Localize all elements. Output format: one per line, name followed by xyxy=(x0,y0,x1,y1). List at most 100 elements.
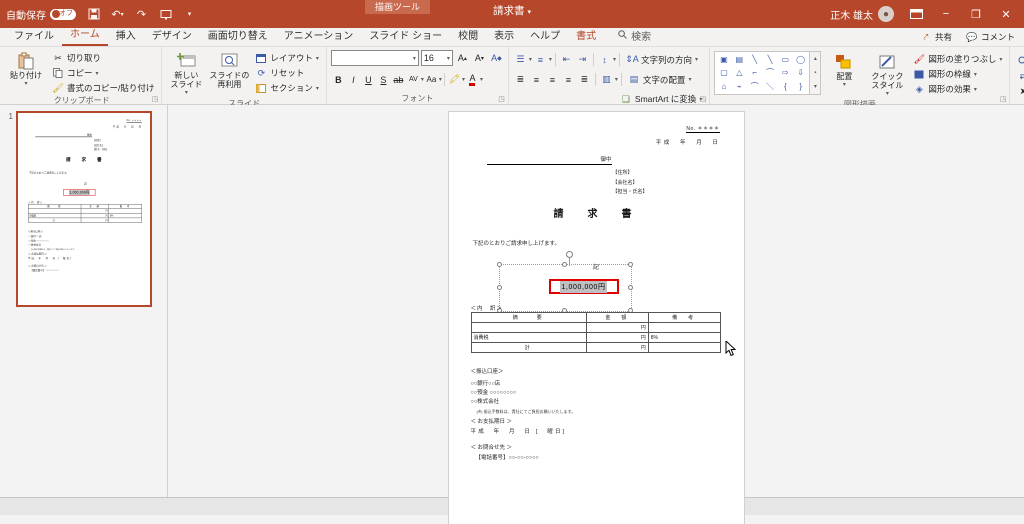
paste-button[interactable]: 貼り付け ▾ xyxy=(6,50,46,89)
strikethrough-button[interactable]: ab xyxy=(391,72,406,87)
reset-button[interactable]: ⟳ リセット xyxy=(252,66,322,80)
character-spacing-button[interactable]: AV xyxy=(406,72,421,87)
align-right-button[interactable]: ≡ xyxy=(545,72,560,87)
paragraph-dialog-launcher[interactable]: ◳ xyxy=(700,95,707,103)
table-row[interactable]: 消費税 円 8% xyxy=(470,332,721,343)
decrease-font-size-button[interactable]: A ▾ xyxy=(472,51,487,66)
columns-button[interactable]: ▥ xyxy=(599,72,614,87)
comment-button[interactable]: 💬 コメント xyxy=(963,30,1018,44)
cell-amount[interactable]: 円 xyxy=(586,332,649,343)
format-painter-button[interactable]: 🖌 書式のコピー/貼り付け xyxy=(49,81,157,95)
quick-styles-button[interactable]: クイック スタイル ▾ xyxy=(867,51,907,99)
tab-review[interactable]: 校閲 xyxy=(450,28,486,46)
text-direction-button[interactable]: ⇕A 文字列の方向 ▾ xyxy=(623,53,701,67)
numbering-button[interactable]: ≡ xyxy=(533,52,548,67)
cut-button[interactable]: ✂ 切り取り xyxy=(49,51,157,65)
find-button[interactable]: 検索 xyxy=(1014,54,1024,68)
shape-curve-icon[interactable]: ⌒ xyxy=(762,66,777,79)
font-color-caret-icon[interactable]: ▾ xyxy=(480,76,483,83)
arrange-caret-icon[interactable]: ▾ xyxy=(843,81,846,90)
user-account[interactable]: 正木 雄太 ● xyxy=(830,6,894,22)
font-size-input[interactable]: 16 ▾ xyxy=(420,50,453,66)
bold-button[interactable]: B xyxy=(331,72,346,87)
save-icon[interactable] xyxy=(86,7,101,22)
amount-textbox[interactable]: 1,000,000円 xyxy=(548,279,619,294)
change-case-caret-icon[interactable]: ▾ xyxy=(439,76,442,83)
cell-amount[interactable]: 円 xyxy=(586,342,649,353)
shape-textbox-v-icon[interactable]: ▤ xyxy=(732,53,747,66)
tab-view[interactable]: 表示 xyxy=(486,28,522,46)
shape-arrow-icon[interactable]: ╲ xyxy=(762,53,777,66)
convert-to-smartart-button[interactable]: ❑ SmartArt に変換 ▾ xyxy=(617,92,705,106)
customize-qat-icon[interactable]: ▾ xyxy=(182,7,197,22)
shape-down-arrow-icon[interactable]: ⇩ xyxy=(793,66,808,79)
shape-flowchart-icon[interactable]: ⌂ xyxy=(716,80,731,93)
close-button[interactable]: ✕ xyxy=(992,0,1020,28)
shapes-gallery[interactable]: ▣ ▤ ╲ ╲ ▭ ◯ ▢ △ ⌐ ⌒ ⇨ ⇩ ⌂ ⌁ ⌒ ＼ {} xyxy=(714,51,811,95)
shape-left-brace-icon[interactable]: { xyxy=(778,80,793,93)
font-name-caret-icon[interactable]: ▾ xyxy=(413,55,416,62)
line-spacing-button[interactable]: ↕ xyxy=(597,52,612,67)
shape-effects-button[interactable]: ◈ 図形の効果 ▾ xyxy=(910,82,1005,96)
layout-caret-icon[interactable]: ▾ xyxy=(316,55,319,62)
reuse-slides-button[interactable]: スライドの 再利用 xyxy=(209,50,249,89)
cell-remarks[interactable] xyxy=(647,322,721,333)
shape-fill-button[interactable]: 🖌 図形の塗りつぶし ▾ xyxy=(910,52,1005,66)
restore-button[interactable]: ❐ xyxy=(962,0,990,28)
cell-remarks[interactable] xyxy=(647,342,721,353)
tab-home[interactable]: ホーム xyxy=(62,26,108,46)
align-left-button[interactable]: ≣ xyxy=(513,72,528,87)
font-name-input[interactable]: ▾ xyxy=(330,50,419,66)
font-color-button[interactable]: A xyxy=(465,72,480,87)
shape-oval-icon[interactable]: ◯ xyxy=(793,53,808,66)
shape-right-brace-icon[interactable]: } xyxy=(793,80,808,93)
share-button[interactable]: ⤤ 共有 xyxy=(917,30,955,44)
new-slide-button[interactable]: 新しい スライド ▾ xyxy=(166,50,206,98)
justify-button[interactable]: ≡ xyxy=(561,72,576,87)
cell-amount[interactable]: 円 xyxy=(586,322,649,333)
decrease-indent-button[interactable]: ⇤ xyxy=(559,52,574,67)
shape-outline-button[interactable]: 図形の枠線 ▾ xyxy=(910,67,1005,81)
autosave-switch[interactable]: オフ xyxy=(50,8,76,20)
bullets-button[interactable]: ☰ xyxy=(513,52,528,67)
avatar[interactable]: ● xyxy=(878,6,894,22)
slide-canvas[interactable]: No. ＊＊＊＊ 平成 年 月 日 御中 【住所】 【会社名】 【担当・氏名】 … xyxy=(448,112,744,524)
clear-formatting-button[interactable]: A ◆ xyxy=(489,51,504,66)
shape-textbox-icon[interactable]: ▣ xyxy=(716,53,731,66)
layout-button[interactable]: レイアウト ▾ xyxy=(252,51,322,65)
minimize-button[interactable]: − xyxy=(932,0,960,28)
font-dialog-launcher[interactable]: ◳ xyxy=(498,95,505,103)
cell-description[interactable]: 計 xyxy=(470,342,587,353)
shapes-scrollbar[interactable]: ▴ ▪ ▾ xyxy=(810,51,822,95)
invoice-table[interactable]: 摘 要 金 額 備 考 円 消費税 円 8% 計 円 xyxy=(470,312,721,353)
columns-caret-icon[interactable]: ▾ xyxy=(615,76,618,83)
cell-remarks[interactable]: 8% xyxy=(647,332,721,343)
new-slide-caret-icon[interactable]: ▾ xyxy=(185,89,188,98)
paste-caret-icon[interactable]: ▾ xyxy=(24,80,27,89)
select-button[interactable]: ➤ 選択 ▾ xyxy=(1014,84,1024,98)
table-row[interactable]: 計 円 xyxy=(470,342,721,353)
text-highlight-button[interactable]: 🖍 xyxy=(447,72,462,87)
copy-button[interactable]: コピー ▾ xyxy=(49,66,157,80)
numbering-caret-icon[interactable]: ▾ xyxy=(549,56,552,63)
shapes-scroll-up-icon[interactable]: ▴ xyxy=(810,52,820,66)
shape-effects-caret-icon[interactable]: ▾ xyxy=(974,86,977,93)
shape-triangle-icon[interactable]: △ xyxy=(732,66,747,79)
bullets-caret-icon[interactable]: ▾ xyxy=(529,56,532,63)
text-direction-caret-icon[interactable]: ▾ xyxy=(695,56,698,63)
tab-help[interactable]: ヘルプ xyxy=(522,28,568,46)
clipboard-dialog-launcher[interactable]: ◳ xyxy=(152,95,159,103)
resize-handle-e[interactable] xyxy=(627,285,633,290)
shape-line-icon[interactable]: ╲ xyxy=(747,53,762,66)
shapes-scroll-thumb[interactable]: ▪ xyxy=(810,66,820,80)
font-size-caret-icon[interactable]: ▾ xyxy=(447,55,450,62)
underline-button[interactable]: U xyxy=(361,72,376,87)
align-text-caret-icon[interactable]: ▾ xyxy=(688,76,691,83)
shape-freeform-icon[interactable]: ⌁ xyxy=(732,80,747,93)
tab-design[interactable]: デザイン xyxy=(144,28,200,46)
tab-animations[interactable]: アニメーション xyxy=(276,28,362,46)
cell-description[interactable]: 消費税 xyxy=(470,332,587,343)
change-case-button[interactable]: Aa xyxy=(424,72,439,87)
shape-elbow-icon[interactable]: ⌐ xyxy=(747,66,762,79)
shape-fill-caret-icon[interactable]: ▾ xyxy=(999,56,1002,63)
